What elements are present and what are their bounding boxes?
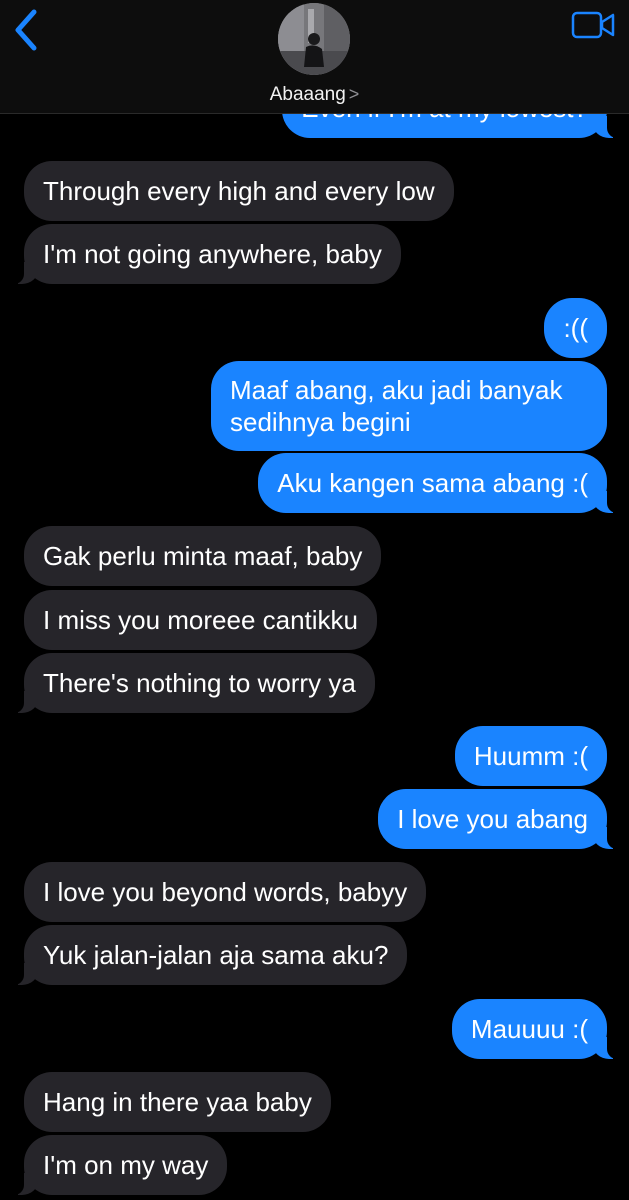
- chevron-right-icon: >: [348, 84, 360, 104]
- message-incoming[interactable]: I miss you moreee cantikku: [24, 590, 378, 650]
- message-bubble[interactable]: I love you abang: [378, 789, 617, 849]
- message-incoming[interactable]: Through every high and every low: [24, 161, 454, 221]
- message-outgoing[interactable]: Mauuuu :(: [451, 999, 618, 1059]
- message-incoming[interactable]: I'm on my way: [13, 1135, 228, 1195]
- video-call-button[interactable]: [571, 11, 615, 39]
- avatar-photo: [278, 3, 350, 75]
- message-bubble[interactable]: I miss you moreee cantikku: [24, 590, 378, 650]
- message-outgoing[interactable]: Maaf abang, aku jadi banyak sedihnya beg…: [211, 361, 607, 451]
- message-bubble[interactable]: Aku kangen sama abang :(: [258, 453, 617, 513]
- contact-name: Abaaang: [269, 84, 346, 105]
- message-bubble[interactable]: :((: [544, 298, 607, 358]
- message-bubble[interactable]: I love you beyond words, babyy: [24, 862, 427, 922]
- conversation-header: Abaaang >: [0, 0, 629, 114]
- message-bubble[interactable]: Huumm :(: [454, 726, 607, 786]
- message-incoming[interactable]: I'm not going anywhere, baby: [14, 224, 401, 284]
- chevron-left-icon: [15, 9, 37, 51]
- contact-avatar[interactable]: [278, 3, 350, 75]
- message-outgoing[interactable]: Aku kangen sama abang :(: [258, 453, 617, 513]
- message-outgoing[interactable]: Huumm :(: [454, 726, 607, 786]
- video-camera-icon: [571, 11, 615, 39]
- message-incoming[interactable]: Hang in there yaa baby: [24, 1072, 331, 1132]
- contact-name-button[interactable]: Abaaang >: [0, 84, 629, 106]
- message-bubble[interactable]: Yuk jalan-jalan aja sama aku?: [13, 925, 408, 985]
- message-incoming[interactable]: I love you beyond words, babyy: [24, 862, 427, 922]
- message-incoming[interactable]: Yuk jalan-jalan aja sama aku?: [13, 925, 408, 985]
- message-bubble[interactable]: There's nothing to worry ya: [14, 653, 375, 713]
- message-thread: Even if I'm at my lowest? Through every …: [0, 0, 629, 1200]
- message-bubble[interactable]: Mauuuu :(: [451, 999, 618, 1059]
- message-incoming[interactable]: There's nothing to worry ya: [14, 653, 375, 713]
- message-bubble[interactable]: I'm on my way: [13, 1135, 228, 1195]
- message-bubble[interactable]: Through every high and every low: [24, 161, 454, 221]
- message-bubble[interactable]: I'm not going anywhere, baby: [14, 224, 401, 284]
- message-outgoing[interactable]: :((: [544, 298, 607, 358]
- back-button[interactable]: [12, 8, 42, 52]
- message-incoming[interactable]: Gak perlu minta maaf, baby: [24, 526, 382, 586]
- message-bubble[interactable]: Hang in there yaa baby: [24, 1072, 331, 1132]
- message-bubble[interactable]: Gak perlu minta maaf, baby: [24, 526, 382, 586]
- message-bubble[interactable]: Maaf abang, aku jadi banyak sedihnya beg…: [211, 361, 607, 451]
- message-outgoing[interactable]: I love you abang: [378, 789, 617, 849]
